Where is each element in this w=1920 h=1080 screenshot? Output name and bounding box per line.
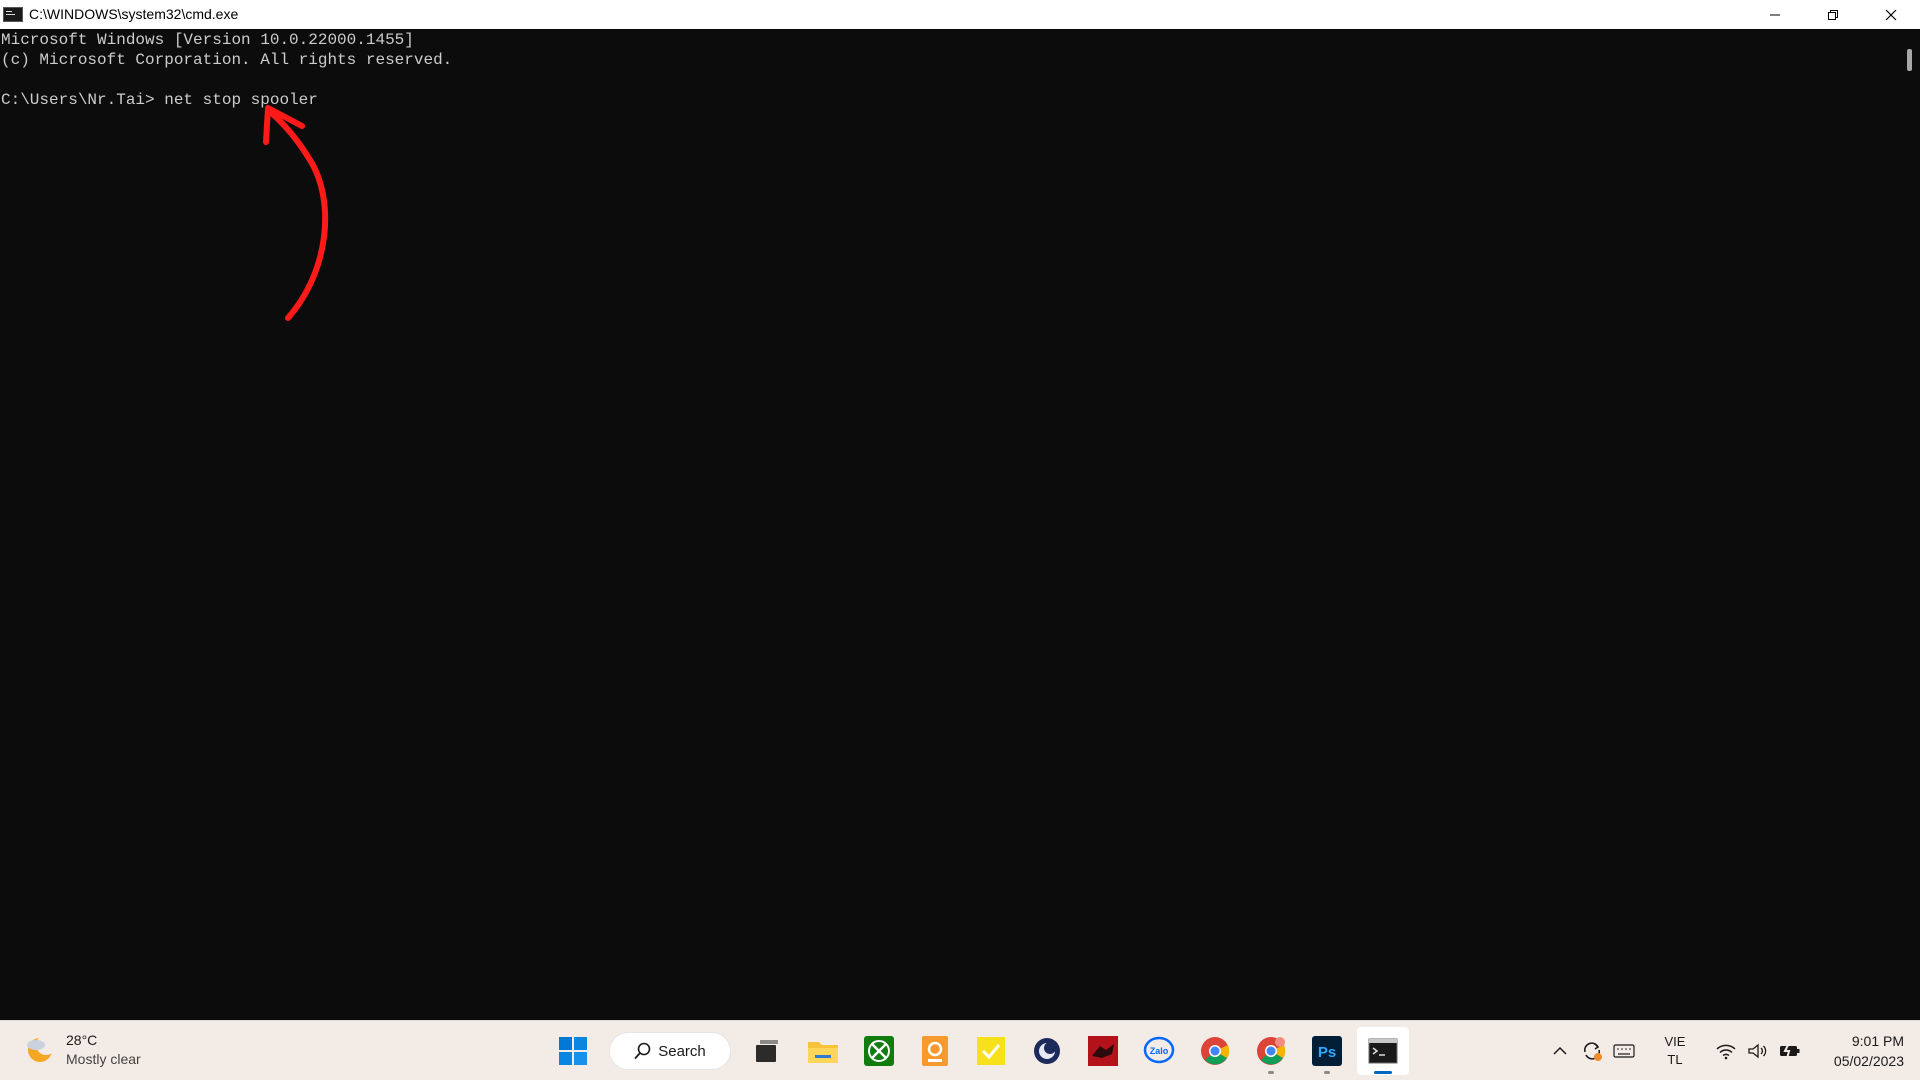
speaker-icon xyxy=(1748,1043,1767,1059)
weather-temperature: 28°C xyxy=(66,1032,98,1048)
battery-charging-icon xyxy=(1780,1042,1800,1060)
running-indicator xyxy=(1324,1071,1330,1074)
red-game-app[interactable] xyxy=(1077,1027,1129,1075)
sticky-notes-app[interactable] xyxy=(965,1027,1017,1075)
folder-icon xyxy=(808,1042,838,1063)
cmd-app-icon xyxy=(3,7,23,22)
taskbar-apps: Search Zalo Ps xyxy=(545,1021,1411,1080)
chrome-icon xyxy=(1201,1037,1230,1065)
pdf-reader-icon xyxy=(922,1036,948,1066)
running-indicator xyxy=(1268,1071,1274,1074)
taskbar: 28°C Mostly clear Search Zalo Ps VIE TL … xyxy=(0,1020,1920,1080)
xbox-app[interactable] xyxy=(853,1027,905,1075)
terminal-icon xyxy=(1368,1038,1398,1064)
console-area[interactable]: Microsoft Windows [Version 10.0.22000.14… xyxy=(0,29,1898,1020)
zalo-app[interactable]: Zalo xyxy=(1133,1027,1185,1075)
chrome-app-running[interactable] xyxy=(1245,1027,1297,1075)
task-view-icon xyxy=(756,1040,778,1062)
close-button[interactable] xyxy=(1862,0,1920,29)
volume-button[interactable] xyxy=(1743,1036,1773,1066)
search-icon xyxy=(634,1042,651,1059)
chrome-profile-icon xyxy=(1257,1037,1286,1065)
svg-text:Zalo: Zalo xyxy=(1150,1046,1169,1056)
restore-button[interactable] xyxy=(1804,0,1862,29)
game-app-icon xyxy=(1088,1036,1118,1066)
cinema4d-app[interactable] xyxy=(1021,1027,1073,1075)
chrome-app[interactable] xyxy=(1189,1027,1241,1075)
xbox-icon xyxy=(864,1036,894,1066)
clock-button[interactable]: 9:01 PM 05/02/2023 xyxy=(1812,1031,1904,1071)
command-prompt-app[interactable] xyxy=(1357,1027,1409,1075)
window-title-bar[interactable]: C:\WINDOWS\system32\cmd.exe xyxy=(0,0,1920,29)
file-explorer-app[interactable] xyxy=(797,1027,849,1075)
wifi-icon xyxy=(1716,1044,1736,1060)
svg-text:Ps: Ps xyxy=(1318,1044,1336,1061)
minimize-icon xyxy=(1770,14,1780,15)
sync-icon xyxy=(1584,1042,1602,1061)
close-icon xyxy=(1885,9,1897,20)
sync-status-button[interactable] xyxy=(1577,1036,1607,1066)
minimize-button[interactable] xyxy=(1746,0,1804,29)
foxit-pdf-app[interactable] xyxy=(909,1027,961,1075)
window-controls xyxy=(1746,0,1920,29)
console-scrollbar[interactable] xyxy=(1898,29,1920,1020)
clock-time: 9:01 PM xyxy=(1851,1033,1904,1049)
scrollbar-thumb[interactable] xyxy=(1907,49,1912,71)
cinema4d-icon xyxy=(1034,1038,1060,1064)
zalo-icon: Zalo xyxy=(1143,1036,1175,1064)
battery-button[interactable] xyxy=(1775,1036,1805,1066)
command-prompt-line[interactable]: C:\Users\Nr.Tai> net stop spooler xyxy=(1,90,452,110)
taskbar-search-box[interactable]: Search xyxy=(609,1032,731,1070)
keyboard-icon xyxy=(1613,1044,1635,1058)
system-tray: VIE TL 9:01 PM 05/02/2023 xyxy=(1544,1021,1920,1080)
network-button[interactable] xyxy=(1711,1036,1741,1066)
console-line: Microsoft Windows [Version 10.0.22000.14… xyxy=(1,31,414,49)
clock-date: 05/02/2023 xyxy=(1833,1053,1904,1069)
chevron-up-icon xyxy=(1553,1046,1567,1055)
console-line: (c) Microsoft Corporation. All rights re… xyxy=(1,51,453,69)
show-hidden-icons-button[interactable] xyxy=(1545,1036,1575,1066)
input-language-button[interactable]: VIE TL xyxy=(1648,1033,1702,1069)
active-indicator xyxy=(1374,1071,1392,1074)
photoshop-icon: Ps xyxy=(1312,1036,1342,1066)
weather-widget[interactable]: 28°C Mostly clear xyxy=(22,1031,141,1069)
search-label: Search xyxy=(658,1042,706,1060)
sticky-notes-icon xyxy=(977,1037,1005,1065)
language-code: VIE xyxy=(1664,1034,1686,1049)
window-title: C:\WINDOWS\system32\cmd.exe xyxy=(29,6,239,22)
task-view-button[interactable] xyxy=(741,1027,793,1075)
windows-logo-icon xyxy=(559,1037,587,1065)
photoshop-app[interactable]: Ps xyxy=(1301,1027,1353,1075)
moon-cloud-icon xyxy=(22,1032,58,1068)
touch-keyboard-button[interactable] xyxy=(1609,1036,1639,1066)
restore-icon xyxy=(1828,9,1838,20)
weather-condition: Mostly clear xyxy=(66,1051,141,1067)
input-method-code: TL xyxy=(1667,1052,1683,1067)
console-output: Microsoft Windows [Version 10.0.22000.14… xyxy=(1,30,452,110)
start-button[interactable] xyxy=(547,1027,599,1075)
